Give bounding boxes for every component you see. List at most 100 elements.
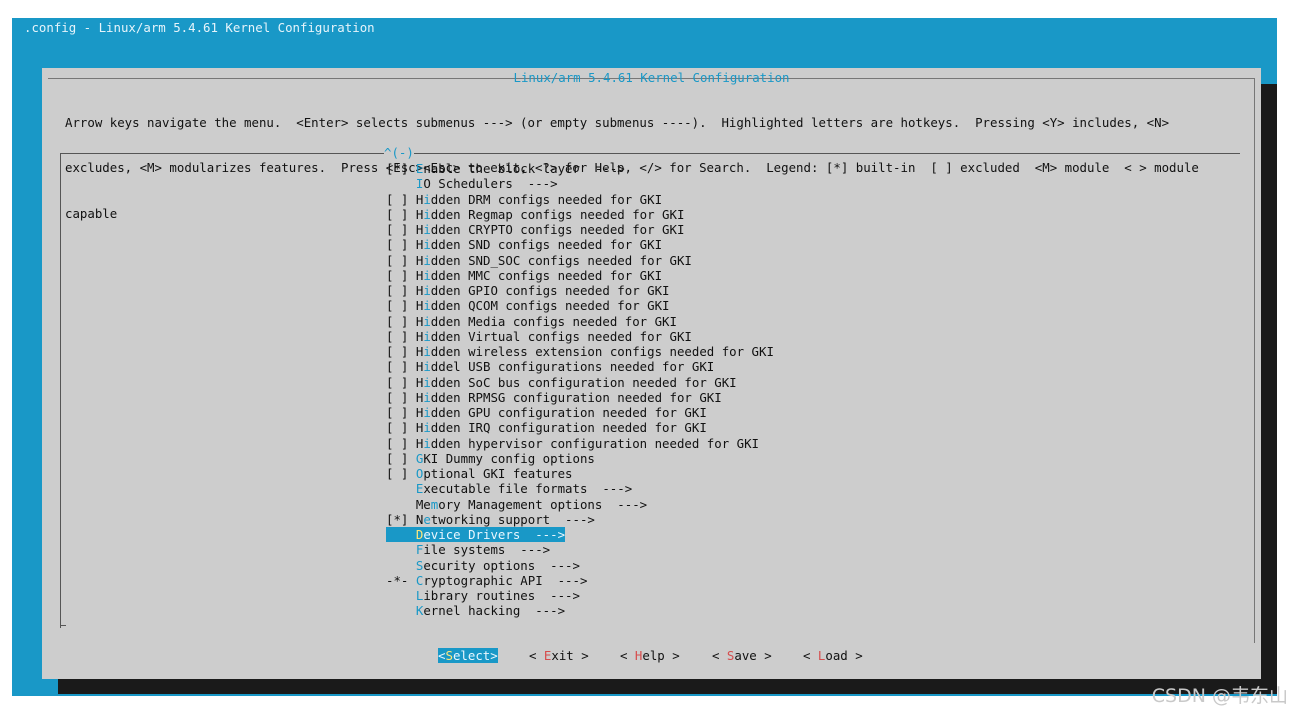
menu-item[interactable]: IO Schedulers ---> — [386, 176, 774, 191]
menu-item[interactable]: Executable file formats ---> — [386, 481, 774, 496]
menu-item[interactable]: [ ] Hidden Virtual configs needed for GK… — [386, 329, 774, 344]
menu-item-checkbox[interactable]: [ ] — [386, 329, 416, 344]
help-line: Arrow keys navigate the menu. <Enter> se… — [65, 114, 1170, 130]
button-bracket-open: < — [803, 648, 818, 663]
menu-item-checkbox[interactable]: -*- — [386, 573, 416, 588]
menu-item-label: Hidden SND_SOC configs needed for GKI — [416, 253, 692, 268]
menu-item[interactable]: Security options ---> — [386, 558, 774, 573]
menu-item-checkbox[interactable]: [ ] — [386, 237, 416, 252]
menu-item-label: Hidden hypervisor configuration needed f… — [416, 436, 759, 451]
menu-item[interactable]: [ ] Hidden Media configs needed for GKI — [386, 314, 774, 329]
button-bracket-close: > — [490, 648, 498, 663]
menu-item-label: Hidden SoC bus configuration needed for … — [416, 375, 737, 390]
menu-item-checkbox[interactable]: [ ] — [386, 451, 416, 466]
hotkey-letter: i — [423, 298, 431, 314]
menu-item[interactable]: Library routines ---> — [386, 588, 774, 603]
menu-item-label: Hidden SND configs needed for GKI — [416, 237, 662, 252]
menu-item[interactable]: [ ] Hidden GPIO configs needed for GKI — [386, 283, 774, 298]
menu-item[interactable]: Device Drivers ---> — [386, 527, 774, 542]
menu-item-label-rest: ecurity options ---> — [423, 557, 580, 573]
menu-item[interactable]: [ ] Hidden GPU configuration needed for … — [386, 405, 774, 420]
menu-item-checkbox[interactable]: [ ] — [386, 420, 416, 435]
hotkey-letter: i — [423, 389, 431, 405]
menu-item[interactable]: [ ] Hidden QCOM configs needed for GKI — [386, 298, 774, 313]
menu-item-checkbox[interactable]: [ ] — [386, 192, 416, 207]
menu-items: [*] Enable the block layer ---> IO Sched… — [386, 161, 774, 619]
menu-item-label-rest: dden MMC configs needed for GKI — [430, 267, 663, 283]
menu-item-checkbox[interactable] — [386, 176, 416, 191]
menu-item-label: Library routines ---> — [416, 588, 580, 603]
hotkey-letter: i — [423, 420, 431, 436]
menu-item-label-rest: dden wireless extension configs needed f… — [430, 344, 774, 359]
menu-item-checkbox[interactable] — [386, 497, 416, 512]
menu-item[interactable]: [ ] Hidden MMC configs needed for GKI — [386, 268, 774, 283]
menu-item[interactable]: [ ] Hidden SND_SOC configs needed for GK… — [386, 253, 774, 268]
menu-item-checkbox[interactable] — [386, 527, 416, 542]
hotkey-letter: i — [423, 237, 431, 253]
menu-item-label-rest: dden SND configs needed for GKI — [430, 237, 663, 253]
menu-item-checkbox[interactable]: [ ] — [386, 375, 416, 390]
menu-item-label-rest: ile systems ---> — [423, 542, 551, 558]
menu-item[interactable]: Kernel hacking ---> — [386, 603, 774, 618]
menu-item[interactable]: File systems ---> — [386, 542, 774, 557]
menu-item-checkbox[interactable] — [386, 481, 416, 496]
menu-item-checkbox[interactable] — [386, 588, 416, 603]
menu-item-checkbox[interactable]: [ ] — [386, 344, 416, 359]
terminal-title: .config - Linux/arm 5.4.61 Kernel Config… — [24, 20, 375, 35]
select-button[interactable]: <Select> — [438, 648, 498, 663]
button-bracket-open: < — [620, 648, 635, 663]
menu-item-label: Hidden Regmap configs needed for GKI — [416, 207, 685, 222]
menu-item-label-rest: dden RPMSG configuration needed for GKI — [430, 389, 722, 405]
button-bracket-close: > — [573, 648, 589, 663]
menu-item[interactable]: [ ] Hidden hypervisor configuration need… — [386, 436, 774, 451]
menu-item-label-prefix: Me — [415, 496, 431, 512]
menu-item[interactable]: [ ] Hidden IRQ configuration needed for … — [386, 420, 774, 435]
exit-button[interactable]: < Exit > — [529, 648, 589, 663]
hotkey-letter: e — [423, 511, 431, 527]
menu-item-label-rest: ddel USB configurations needed for GKI — [430, 359, 715, 375]
watermark: CSDN @韦东山 — [1151, 685, 1288, 707]
menu-item-checkbox[interactable]: [ ] — [386, 268, 416, 283]
menu-item[interactable]: [ ] Hidden CRYPTO configs needed for GKI — [386, 222, 774, 237]
menu-item-checkbox[interactable]: [ ] — [386, 314, 416, 329]
menu-item[interactable]: [*] Enable the block layer ---> — [386, 161, 774, 176]
menu-item[interactable]: [ ] Hidden wireless extension configs ne… — [386, 344, 774, 359]
load-button[interactable]: < Load > — [803, 648, 863, 663]
menu-item-label-rest: dden GPIO configs needed for GKI — [430, 283, 670, 298]
menu-item-checkbox[interactable]: [ ] — [386, 207, 416, 222]
menu-item-label: Hidden DRM configs needed for GKI — [416, 192, 662, 207]
menu-item-checkbox[interactable]: [ ] — [386, 298, 416, 313]
menu-item[interactable]: [ ] Hidden SND configs needed for GKI — [386, 237, 774, 252]
menu-item[interactable]: [*] Networking support ---> — [386, 512, 774, 527]
menu-item[interactable]: [ ] Hidden DRM configs needed for GKI — [386, 192, 774, 207]
menu-item-checkbox[interactable]: [ ] — [386, 222, 416, 237]
menu-item[interactable]: -*- Cryptographic API ---> — [386, 573, 774, 588]
menu-item[interactable]: [ ] Hidden RPMSG configuration needed fo… — [386, 390, 774, 405]
menu-item[interactable]: [ ] Hiddel USB configurations needed for… — [386, 359, 774, 374]
menu-item[interactable]: [ ] GKI Dummy config options — [386, 451, 774, 466]
menu-item-label: Device Drivers ---> — [415, 527, 566, 542]
menu-item[interactable]: [ ] Hidden SoC bus configuration needed … — [386, 375, 774, 390]
menu-item-checkbox[interactable]: [ ] — [386, 359, 416, 374]
menu-item-checkbox[interactable]: [ ] — [386, 283, 416, 298]
menu-item-label-rest: dden SoC bus configuration needed for GK… — [430, 374, 737, 390]
menu-item[interactable]: [ ] Hidden Regmap configs needed for GKI — [386, 207, 774, 222]
menu-item-checkbox[interactable] — [386, 558, 416, 573]
menu-item-label: Optional GKI features — [416, 466, 573, 481]
menu-item[interactable]: [ ] Optional GKI features — [386, 466, 774, 481]
menu-item-label: Hidden MMC configs needed for GKI — [416, 268, 662, 283]
menu-item[interactable]: Memory Management options ---> — [386, 497, 774, 512]
menu-item-checkbox[interactable]: [ ] — [386, 466, 416, 481]
button-bracket-open: < — [712, 648, 727, 663]
button-label-rest: ave — [734, 648, 757, 663]
menu-item-checkbox[interactable]: [ ] — [386, 436, 416, 451]
menu-item-checkbox[interactable]: [ ] — [386, 390, 416, 405]
menu-item-checkbox[interactable]: [ ] — [386, 253, 416, 268]
menu-item-checkbox[interactable]: [*] — [386, 161, 416, 176]
help-button[interactable]: < Help > — [620, 648, 680, 663]
menu-item-checkbox[interactable]: [*] — [386, 512, 416, 527]
menu-item-checkbox[interactable] — [386, 603, 416, 618]
menu-item-checkbox[interactable]: [ ] — [386, 405, 416, 420]
save-button[interactable]: < Save > — [712, 648, 772, 663]
menu-item-checkbox[interactable] — [386, 542, 416, 557]
